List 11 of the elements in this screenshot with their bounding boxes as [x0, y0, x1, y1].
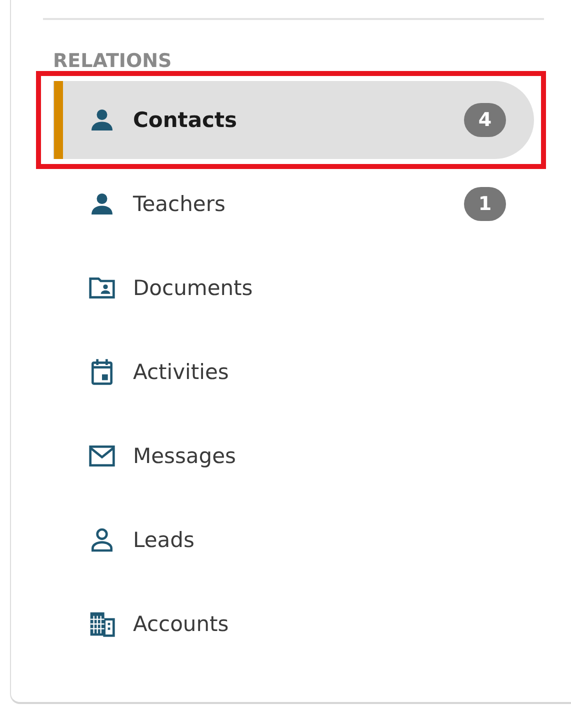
nav-item[interactable]: Contacts 4 — [53, 81, 534, 159]
section-heading: RELATIONS — [53, 50, 173, 72]
nav-item[interactable]: Documents — [53, 249, 534, 327]
nav-item[interactable]: Teachers 1 — [53, 165, 534, 243]
nav-item[interactable]: Messages — [53, 417, 534, 495]
nav-item[interactable]: Accounts — [53, 585, 534, 663]
nav-item[interactable]: Leads — [53, 501, 534, 579]
count-badge: 4 — [464, 103, 506, 137]
count-badge: 1 — [464, 187, 506, 221]
building-icon — [88, 610, 116, 638]
nav-item[interactable]: Activities — [53, 333, 534, 411]
